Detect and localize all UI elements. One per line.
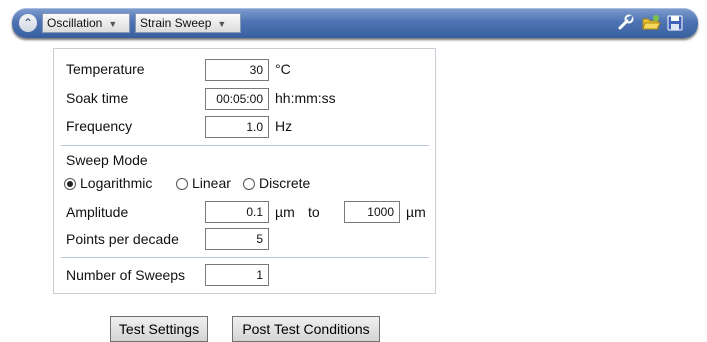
chevron-down-icon: ▼ bbox=[108, 19, 118, 29]
temperature-unit: °C bbox=[275, 61, 291, 77]
amplitude-to-input[interactable]: 1000 bbox=[344, 201, 400, 223]
sweep-mode-title: Sweep Mode bbox=[66, 152, 148, 168]
points-per-decade-label: Points per decade bbox=[66, 231, 179, 247]
radio-discrete[interactable] bbox=[243, 178, 255, 190]
temperature-input[interactable]: 30 bbox=[205, 59, 269, 81]
soak-time-unit: hh:mm:ss bbox=[275, 90, 336, 106]
test-settings-button[interactable]: Test Settings bbox=[110, 316, 208, 342]
test-conditions-panel: Temperature 30 °C Soak time 00:05:00 hh:… bbox=[53, 48, 436, 294]
temperature-label: Temperature bbox=[66, 61, 145, 77]
frequency-unit: Hz bbox=[275, 118, 293, 134]
test-toolbar: ⌃ Oscillation ▼ Strain Sweep ▼ bbox=[12, 8, 698, 38]
section-divider bbox=[61, 145, 429, 146]
soak-time-input[interactable]: 00:05:00 bbox=[205, 88, 269, 110]
chevron-down-icon: ▼ bbox=[217, 19, 227, 29]
amplitude-to-unit: µm bbox=[406, 204, 426, 220]
folder-open-icon[interactable] bbox=[641, 13, 661, 33]
radio-selected-dot bbox=[67, 181, 73, 187]
mode-dropdown-value: Oscillation bbox=[47, 16, 103, 30]
number-of-sweeps-input[interactable]: 1 bbox=[205, 264, 269, 286]
amplitude-from-unit: µm bbox=[275, 204, 295, 220]
mode-dropdown[interactable]: Oscillation ▼ bbox=[42, 13, 130, 33]
section-divider bbox=[61, 257, 429, 258]
radio-linear[interactable] bbox=[176, 178, 188, 190]
frequency-label: Frequency bbox=[66, 118, 133, 134]
test-dropdown-value: Strain Sweep bbox=[140, 16, 212, 30]
amplitude-from-input[interactable]: 0.1 bbox=[205, 201, 269, 223]
soak-time-label: Soak time bbox=[66, 90, 129, 106]
amplitude-to-label: to bbox=[308, 204, 320, 220]
radio-discrete-label[interactable]: Discrete bbox=[259, 175, 310, 191]
radio-linear-label[interactable]: Linear bbox=[192, 175, 231, 191]
save-disk-icon[interactable] bbox=[665, 13, 685, 33]
post-test-conditions-button[interactable]: Post Test Conditions bbox=[232, 316, 380, 342]
test-dropdown[interactable]: Strain Sweep ▼ bbox=[135, 13, 241, 33]
collapse-chevron-icon[interactable]: ⌃ bbox=[19, 14, 37, 32]
radio-logarithmic-label[interactable]: Logarithmic bbox=[80, 175, 152, 191]
points-per-decade-input[interactable]: 5 bbox=[205, 228, 269, 250]
frequency-input[interactable]: 1.0 bbox=[205, 116, 269, 138]
amplitude-label: Amplitude bbox=[66, 204, 129, 220]
wrench-icon[interactable] bbox=[616, 13, 636, 33]
radio-logarithmic[interactable] bbox=[64, 178, 76, 190]
number-of-sweeps-label: Number of Sweeps bbox=[66, 267, 186, 283]
